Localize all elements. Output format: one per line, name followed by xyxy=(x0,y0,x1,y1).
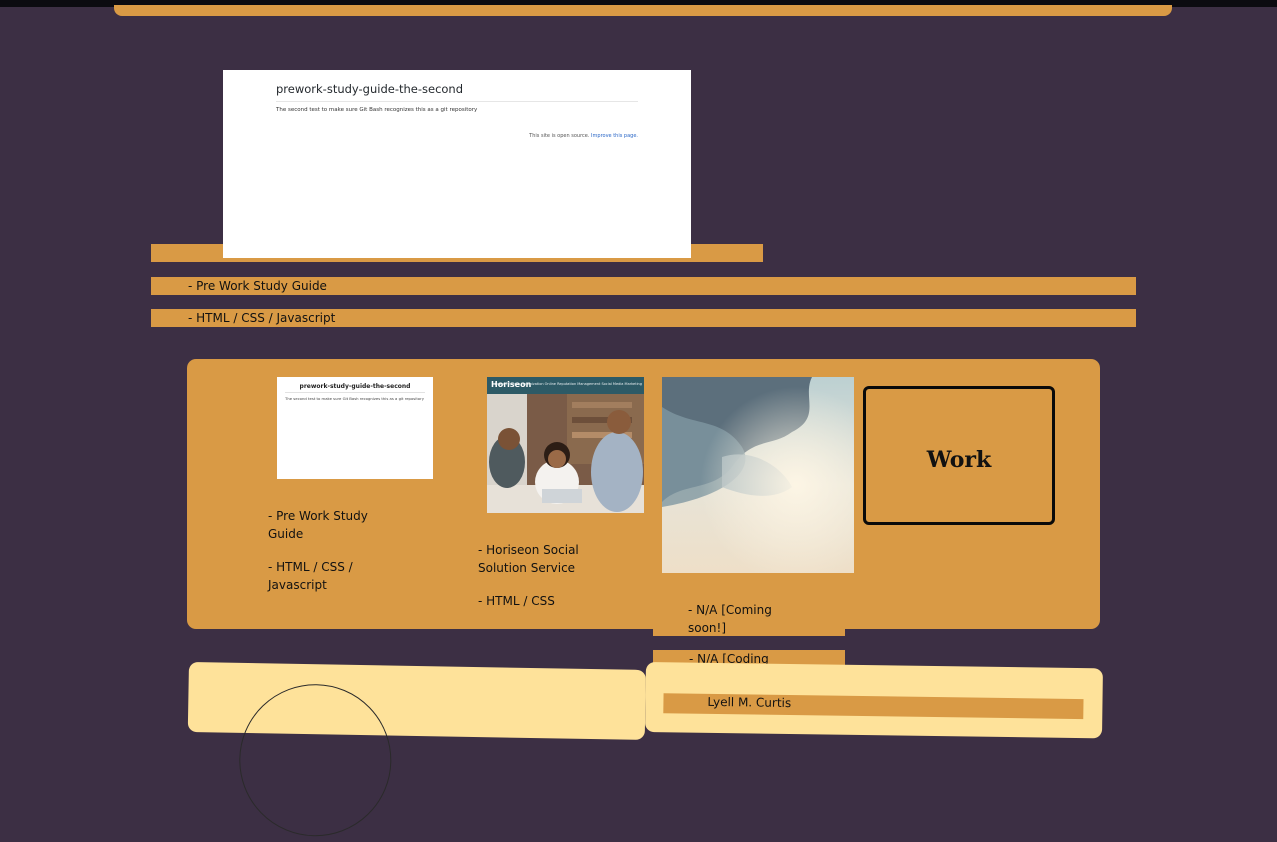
screenshot-footer: This site is open source. Improve this p… xyxy=(276,133,638,139)
screenshot-footer-text: This site is open source. xyxy=(529,133,590,139)
cloud-image xyxy=(662,377,854,573)
project-3-name: - N/A [Coming soon!] xyxy=(688,603,772,635)
screenshot-text: The second test to make sure Git Bash re… xyxy=(276,107,478,113)
project-1-name: - Pre Work Study Guide xyxy=(268,509,368,541)
name-strip: Lyell M. Curtis xyxy=(663,693,1084,720)
project-2-tech: - HTML / CSS xyxy=(478,594,555,608)
hero-project-tech: - HTML / CSS / Javascript xyxy=(151,309,1136,327)
project-1-tech: - HTML / CSS / Javascript xyxy=(268,560,353,592)
thumb-2-links: Search Engine Optimization Online Reputa… xyxy=(494,382,642,386)
project-3-thumbnail[interactable] xyxy=(662,377,854,573)
screenshot-title: prework-study-guide-the-second xyxy=(276,82,638,102)
work-title: Work xyxy=(926,446,992,473)
about-info-card: Lyell M. Curtis xyxy=(645,662,1103,739)
project-2-thumbnail[interactable]: Horiseon Search Engine Optimization Onli… xyxy=(487,377,644,513)
work-box[interactable]: Work xyxy=(863,386,1055,525)
office-photo xyxy=(487,394,644,513)
about-photo-card xyxy=(187,662,646,838)
project-2-name: - Horiseon Social Solution Service xyxy=(478,543,579,575)
improve-page-link[interactable]: Improve this page. xyxy=(591,133,638,139)
header-strip xyxy=(114,5,1172,16)
profile-circle xyxy=(237,682,393,838)
thumb-1-title: prework-study-guide-the-second xyxy=(285,383,425,393)
hero-project-screenshot[interactable]: prework-study-guide-the-second The secon… xyxy=(223,70,691,258)
hero-project-name: - Pre Work Study Guide xyxy=(151,277,1136,295)
project-1-thumbnail[interactable]: prework-study-guide-the-second The secon… xyxy=(277,377,433,479)
author-name: Lyell M. Curtis xyxy=(707,694,792,711)
thumb-1-text: The second test to make sure Git Bash re… xyxy=(285,396,424,401)
